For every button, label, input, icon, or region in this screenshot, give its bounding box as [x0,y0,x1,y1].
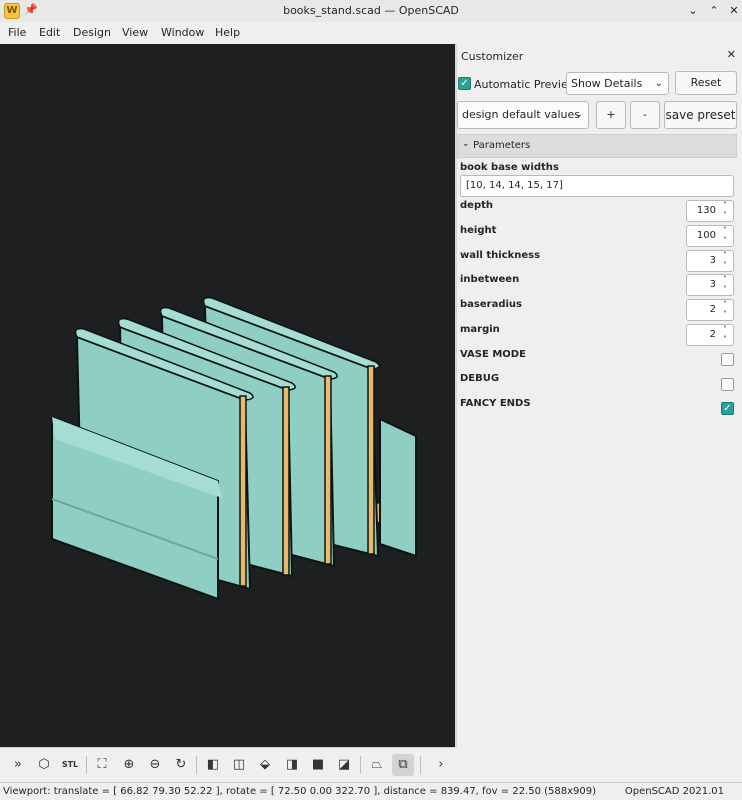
inbetween-spinbox[interactable]: 3 ˄ ˅ [686,274,734,296]
zoom-out-icon[interactable]: ⊖ [144,754,166,776]
view-bottom-icon[interactable]: ⬙ [254,754,276,776]
menu-file[interactable]: File [8,26,26,39]
param-label-book-base-widths: book base widths [460,162,559,173]
status-bar: Viewport: translate = [ 66.82 79.30 52.2… [0,782,742,800]
view-back-icon[interactable]: ◪ [333,754,355,776]
height-spinbox[interactable]: 100 ˄ ˅ [686,225,734,247]
parameters-section-header[interactable]: ⌄ Parameters [457,134,737,158]
param-label-debug: DEBUG [460,373,500,384]
menu-help[interactable]: Help [215,26,240,39]
maximize-icon[interactable]: ⌃ [705,2,723,20]
title-bar: W 📌 books_stand.scad — OpenSCAD ⌄ ⌃ ✕ [0,0,742,22]
wall-thickness-value: 3 [709,255,716,266]
depth-spinbox[interactable]: 130 ˄ ˅ [686,200,734,222]
param-label-fancy-ends: FANCY ENDS [460,398,531,409]
zoom-in-icon[interactable]: ⊕ [118,754,140,776]
preset-select[interactable]: design default values ⌄ [457,101,589,129]
preset-value: design default values [462,108,580,121]
viewport-toolbar: » ⬡ STL ⛶ ⊕ ⊖ ↻ ◧ ◫ ⬙ ◨ ■ ◪ ⏢ ⧉ › [0,747,455,782]
depth-value: 130 [696,205,716,216]
minimize-icon[interactable]: ⌄ [684,2,702,20]
model-slot-1 [239,395,247,587]
model-end-wall-right [379,417,417,558]
toolbar-divider [86,756,87,774]
details-mode-select[interactable]: Show Details ⌄ [566,72,669,95]
menu-window[interactable]: Window [161,26,204,39]
view-right-icon[interactable]: ◧ [202,754,224,776]
spin-up-icon[interactable]: ˄ [720,251,730,261]
spin-down-icon[interactable]: ˅ [720,285,730,295]
param-label-margin: margin [460,324,500,335]
toolbar-divider [360,756,361,774]
remove-preset-button[interactable]: - [630,101,660,129]
wall-thickness-spinbox[interactable]: 3 ˄ ˅ [686,250,734,272]
automatic-preview-label: Automatic Preview [474,78,577,91]
inbetween-value: 3 [709,279,716,290]
window-title: books_stand.scad — OpenSCAD [283,4,459,17]
debug-checkbox[interactable] [721,378,734,391]
chevron-down-icon: ⌄ [574,109,583,120]
spin-up-icon[interactable]: ˄ [720,275,730,285]
reset-view-icon[interactable]: ↻ [170,754,192,776]
spin-up-icon[interactable]: ˄ [720,300,730,310]
render-icon[interactable]: ⬡ [33,754,55,776]
spin-down-icon[interactable]: ˅ [720,310,730,320]
chevron-down-icon: ⌄ [462,139,470,149]
toolbar-divider [196,756,197,774]
menu-edit[interactable]: Edit [39,26,60,39]
panel-title: Customizer [461,50,524,63]
book-base-widths-field[interactable]: [10, 14, 14, 15, 17] [460,175,734,197]
menu-design[interactable]: Design [73,26,111,39]
baseradius-spinbox[interactable]: 2 ˄ ˅ [686,299,734,321]
section-title: Parameters [473,140,531,151]
param-label-depth: depth [460,200,493,211]
viewport-status: Viewport: translate = [ 66.82 79.30 52.2… [3,786,597,797]
spin-up-icon[interactable]: ˄ [720,226,730,236]
fancy-ends-checkbox[interactable]: ✓ [721,402,734,415]
save-preset-button[interactable]: save preset [664,101,737,129]
spin-down-icon[interactable]: ˅ [720,261,730,271]
view-top-icon[interactable]: ◫ [228,754,250,776]
details-mode-value: Show Details [571,77,643,90]
spin-down-icon[interactable]: ˅ [720,335,730,345]
reset-button[interactable]: Reset [675,71,737,95]
more-icon[interactable]: › [430,754,452,776]
model-slot-4 [367,365,375,555]
customizer-panel: Customizer ✕ ✓ Automatic Preview Show De… [457,44,742,747]
book-stand-model [51,296,418,601]
orthogonal-icon[interactable]: ⧉ [392,754,414,776]
margin-value: 2 [709,329,716,340]
menu-bar: File Edit Design View Window Help [0,22,742,44]
view-left-icon[interactable]: ◨ [281,754,303,776]
close-window-icon[interactable]: ✕ [725,2,742,20]
param-label-vase-mode: VASE MODE [460,349,526,360]
add-preset-button[interactable]: + [596,101,626,129]
param-label-wall-thickness: wall thickness [460,250,541,261]
preview-icon[interactable]: » [7,754,29,776]
view-front-icon[interactable]: ■ [307,754,329,776]
spin-up-icon[interactable]: ˄ [720,325,730,335]
height-value: 100 [696,230,716,241]
model-slot-2 [282,386,290,576]
model-slot-3 [324,375,332,565]
menu-view[interactable]: View [122,26,148,39]
close-panel-icon[interactable]: ✕ [727,48,736,61]
baseradius-value: 2 [709,304,716,315]
spin-down-icon[interactable]: ˅ [720,211,730,221]
version-label: OpenSCAD 2021.01 [624,786,724,797]
param-label-baseradius: baseradius [460,299,522,310]
param-label-inbetween: inbetween [460,274,520,285]
automatic-preview-checkbox[interactable]: ✓ [458,77,471,90]
spin-up-icon[interactable]: ˄ [720,201,730,211]
perspective-icon[interactable]: ⏢ [366,754,388,776]
view-all-icon[interactable]: ⛶ [91,754,113,776]
vase-mode-checkbox[interactable] [721,353,734,366]
param-label-height: height [460,225,497,236]
chevron-down-icon: ⌄ [654,78,663,89]
spin-down-icon[interactable]: ˅ [720,236,730,246]
toolbar-divider [420,756,421,774]
3d-viewport[interactable] [0,44,455,747]
margin-spinbox[interactable]: 2 ˄ ˅ [686,324,734,346]
export-stl-icon[interactable]: STL [59,754,81,776]
